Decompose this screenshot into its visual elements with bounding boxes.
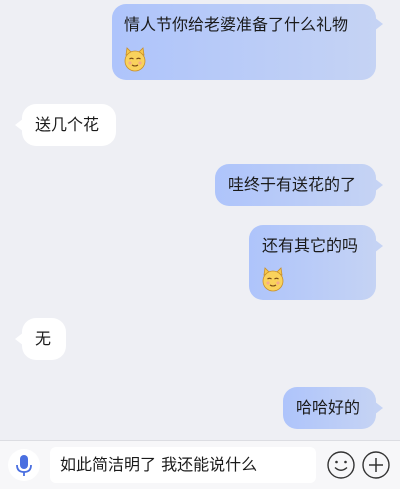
message-bubble-outgoing[interactable]: 哇终于有送花的了 [215,164,383,206]
more-options-button[interactable] [361,450,391,480]
voice-input-button[interactable] [8,449,40,481]
smiling-cat-face-icon [124,47,146,72]
message-bubble-incoming[interactable]: 无 [15,318,66,360]
message-text: 送几个花 [35,115,100,134]
message-bubble-outgoing[interactable]: 哈哈好的 [283,387,383,429]
message-text: 无 [35,329,52,348]
message-bubble-outgoing[interactable]: 情人节你给老婆准备了什么礼物 [112,4,383,80]
message-text: 还有其它的吗 [262,236,359,255]
message-composer: 如此简洁明了 我还能说什么 [0,440,400,489]
microphone-icon [16,455,32,476]
message-bubble-incoming[interactable]: 送几个花 [15,104,116,146]
message-bubble-outgoing[interactable]: 还有其它的吗 [249,225,383,300]
message-text: 哇终于有送花的了 [228,175,357,194]
message-input[interactable]: 如此简洁明了 我还能说什么 [50,447,316,483]
message-text: 哈哈好的 [296,398,361,417]
emoji-icon [327,451,355,479]
smiling-cat-face-icon [262,267,284,292]
message-text: 情人节你给老婆准备了什么礼物 [124,15,349,34]
plus-icon [362,451,390,479]
emoji-button[interactable] [326,450,356,480]
chat-area: 情人节你给老婆准备了什么礼物 送几个花 哇终于有送花的了 还有其它的吗 无 哈哈… [0,0,400,440]
